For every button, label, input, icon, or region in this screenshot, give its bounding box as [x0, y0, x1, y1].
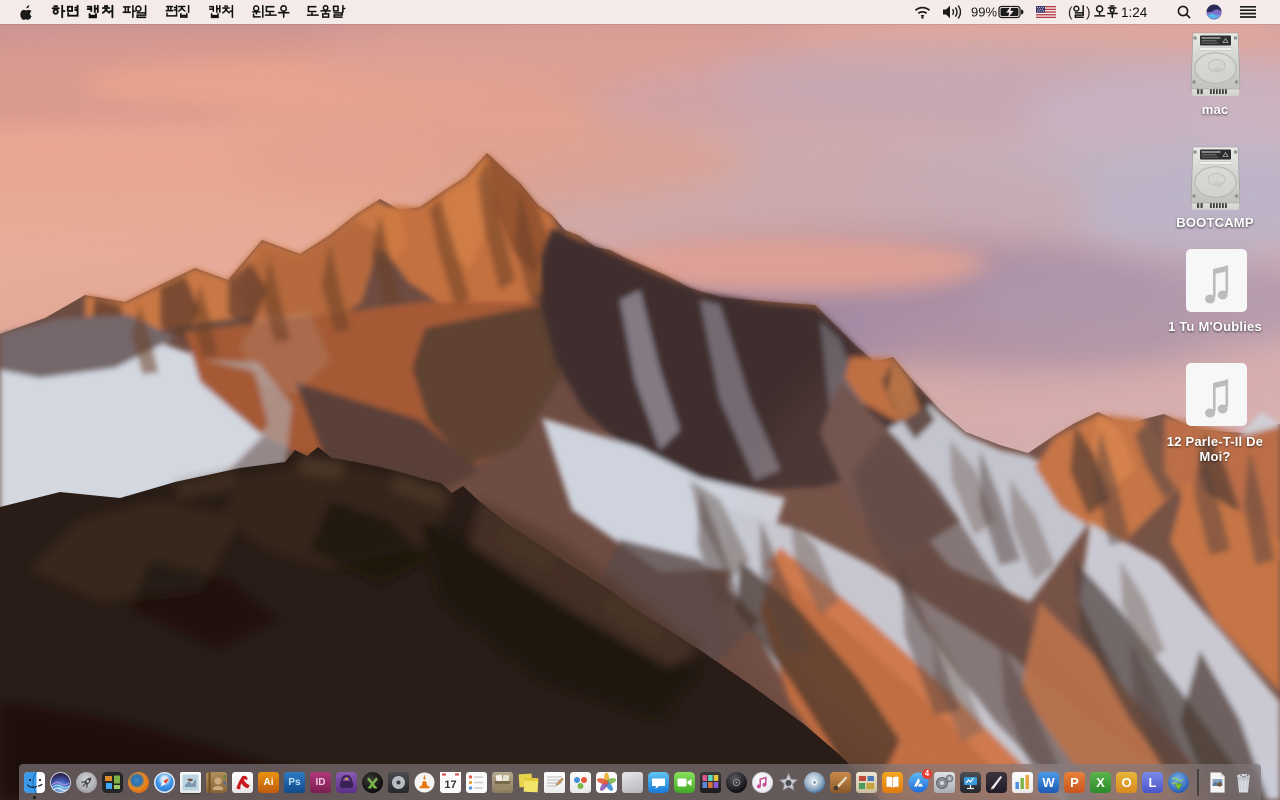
svg-text:17: 17	[444, 779, 456, 791]
